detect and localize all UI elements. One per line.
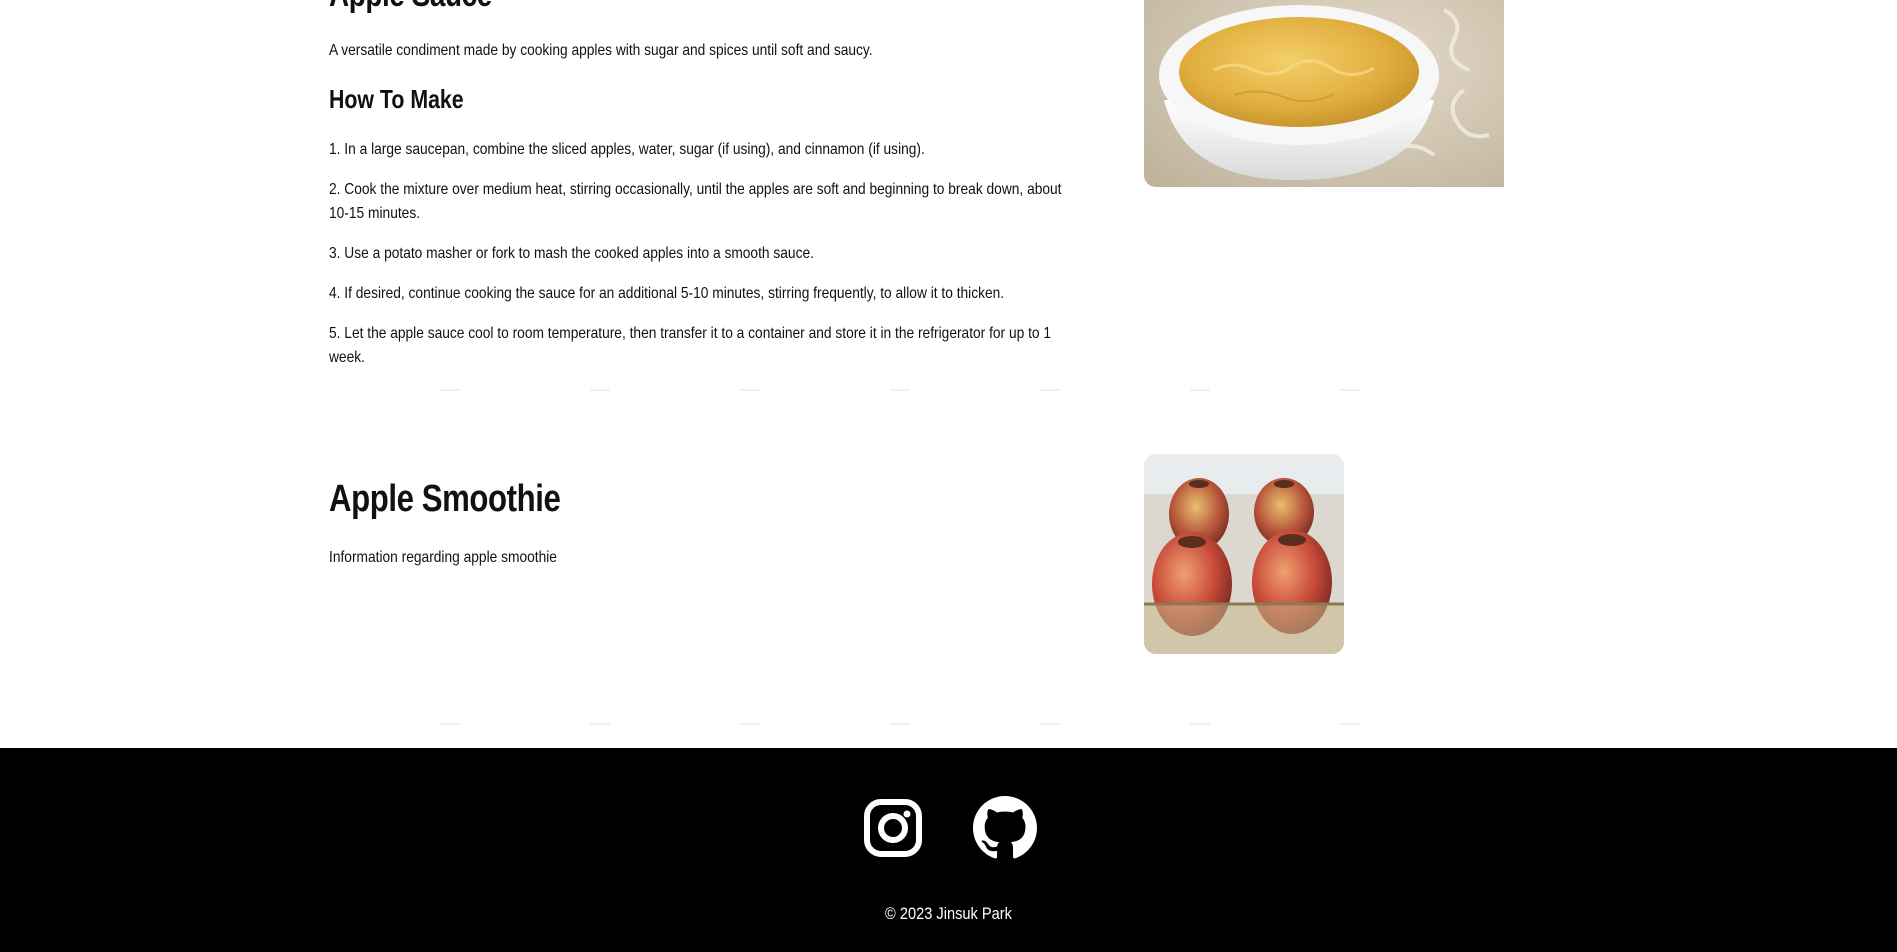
recipe-title: Apple Sauce bbox=[329, 0, 492, 15]
step-item: 5. Let the apple sauce cool to room temp… bbox=[329, 325, 1052, 366]
step-item: 3. Use a potato masher or fork to mash t… bbox=[329, 245, 814, 262]
copyright-text: © 2023 Jinsuk Park bbox=[885, 904, 1012, 923]
how-to-heading: How To Make bbox=[329, 84, 464, 114]
step-item: 2. Cook the mixture over medium heat, st… bbox=[329, 181, 1062, 222]
page: Apple Sauce A versatile condiment made b… bbox=[0, 0, 1897, 952]
apple-sauce-bowl-illustration bbox=[1144, 0, 1504, 187]
section-divider bbox=[400, 723, 1410, 725]
recipe-section-apple-sauce: Apple Sauce A versatile condiment made b… bbox=[329, 0, 1504, 400]
step-item: 1. In a large saucepan, combine the slic… bbox=[329, 141, 925, 158]
github-icon bbox=[972, 796, 1037, 859]
recipe-section-apple-smoothie: Apple Smoothie Information regarding app… bbox=[329, 430, 1504, 730]
apple-smoothie-image bbox=[1144, 454, 1344, 654]
section-divider bbox=[400, 389, 1410, 391]
apple-sauce-image bbox=[1144, 0, 1504, 187]
github-link[interactable] bbox=[972, 796, 1037, 860]
site-footer: © 2023 Jinsuk Park bbox=[0, 748, 1897, 952]
steps-list: 1. In a large saucepan, combine the slic… bbox=[329, 138, 1081, 386]
instagram-icon bbox=[863, 799, 922, 857]
step-item: 4. If desired, continue cooking the sauc… bbox=[329, 285, 1005, 302]
recipe-description: A versatile condiment made by cooking ap… bbox=[329, 42, 873, 59]
social-links bbox=[0, 796, 1897, 860]
recipe-description: Information regarding apple smoothie bbox=[329, 549, 557, 566]
instagram-link[interactable] bbox=[861, 796, 925, 860]
recipe-title: Apple Smoothie bbox=[329, 478, 561, 520]
baked-apples-illustration bbox=[1144, 454, 1344, 654]
